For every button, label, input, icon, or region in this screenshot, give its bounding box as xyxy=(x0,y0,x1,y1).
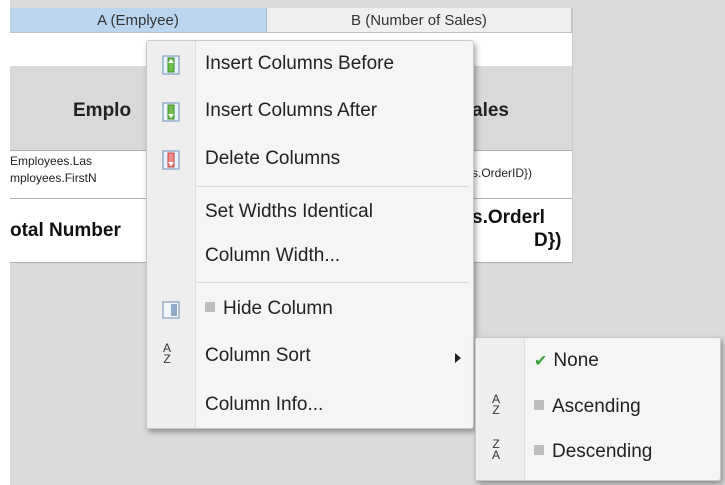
sort-option-descending[interactable]: ZA Descending xyxy=(476,433,720,473)
menu-item-label: Column Width... xyxy=(205,245,341,266)
column-sort-submenu: ✔ None AZ Ascending ZA Descending xyxy=(475,337,721,481)
checkmark-icon: ✔ xyxy=(534,353,548,370)
sort-ascending-icon: AZ xyxy=(491,392,500,417)
menu-item-insert-after[interactable]: Insert Columns After xyxy=(147,92,473,132)
sales-heading: ales xyxy=(472,100,509,121)
menu-item-label: Set Widths Identical xyxy=(205,201,373,222)
total-value-line2: D}) xyxy=(534,230,562,251)
unchecked-box xyxy=(534,444,544,455)
total-value-line1: s.Orderl xyxy=(472,207,545,228)
sort-option-label: Descending xyxy=(552,441,653,462)
menu-item-label: Column Info... xyxy=(205,394,324,415)
sort-option-none[interactable]: ✔ None xyxy=(476,342,720,382)
column-header-a[interactable]: A (Emplyee) xyxy=(10,8,267,33)
total-label: otal Number xyxy=(10,220,121,241)
menu-item-label: Insert Columns After xyxy=(205,100,378,121)
unchecked-box xyxy=(534,399,544,410)
submenu-arrow-icon xyxy=(455,353,461,363)
menu-item-delete-columns[interactable]: Delete Columns xyxy=(147,140,473,180)
menu-separator xyxy=(197,186,469,187)
menu-item-label: Insert Columns Before xyxy=(205,53,395,74)
column-header-b[interactable]: B (Number of Sales) xyxy=(267,8,572,33)
insert-before-icon xyxy=(162,55,180,75)
hide-column-icon xyxy=(162,301,180,319)
left-edge xyxy=(0,0,10,485)
delete-column-icon xyxy=(162,150,180,170)
sort-descending-icon: ZA xyxy=(491,437,500,462)
field-last-name: Employees.Las xyxy=(10,154,93,168)
field-first-name: mployees.FirstN xyxy=(10,171,97,185)
menu-separator xyxy=(197,282,469,283)
sort-option-ascending[interactable]: AZ Ascending xyxy=(476,388,720,428)
menu-item-set-widths-identical[interactable]: Set Widths Identical xyxy=(147,193,473,233)
employee-heading: Emplo xyxy=(73,100,132,121)
sort-none-wrap: ✔ None xyxy=(534,350,599,372)
menu-item-insert-before[interactable]: Insert Columns Before xyxy=(147,45,473,85)
menu-item-column-info[interactable]: Column Info... xyxy=(147,386,473,426)
sort-option-label: Ascending xyxy=(552,396,641,417)
hide-column-label-wrap: Hide Column xyxy=(205,298,333,320)
sort-icon: AZ xyxy=(162,341,171,366)
orders-field: s.OrderID}) xyxy=(472,166,533,180)
menu-item-hide-column[interactable]: Hide Column xyxy=(147,290,473,330)
menu-item-label: Delete Columns xyxy=(205,148,341,169)
menu-item-column-sort[interactable]: AZ Column Sort xyxy=(147,337,473,377)
sort-option-label: None xyxy=(553,350,599,371)
sort-descending-wrap: Descending xyxy=(534,441,652,463)
menu-item-column-width[interactable]: Column Width... xyxy=(147,237,473,277)
unchecked-box xyxy=(205,301,215,312)
column-context-menu: Insert Columns Before Insert Columns Aft… xyxy=(146,40,474,429)
sort-ascending-wrap: Ascending xyxy=(534,396,641,418)
menu-item-label: Hide Column xyxy=(223,298,333,319)
insert-after-icon xyxy=(162,102,180,122)
menu-item-label: Column Sort xyxy=(205,345,311,366)
